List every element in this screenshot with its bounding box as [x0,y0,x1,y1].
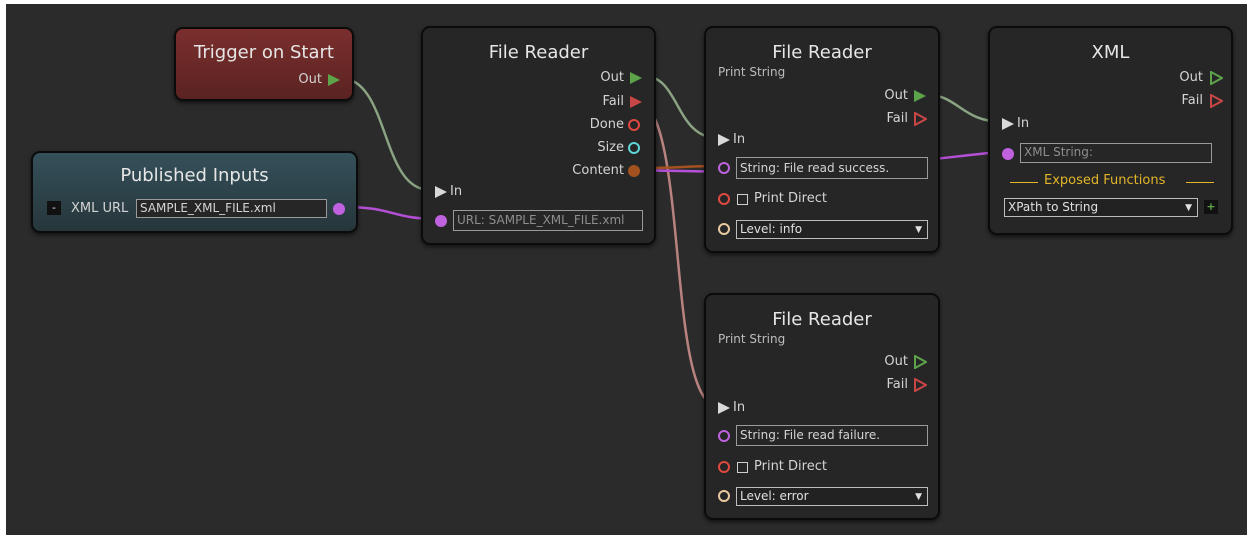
print-direct-port[interactable] [718,461,730,473]
content-port[interactable] [628,165,640,177]
in-flow-port[interactable] [718,402,730,414]
trigger-on-start-node[interactable]: Trigger on Start Out [174,27,354,101]
node-subtitle: Print String [718,332,786,346]
node-title: XML [1091,42,1130,63]
done-port[interactable] [628,119,640,131]
level-select[interactable]: Level: error ▼ [736,487,928,506]
node-title: Trigger on Start [194,42,334,63]
node-title: File Reader [772,42,872,63]
out-flow-port[interactable] [1209,71,1223,85]
print-string-success-node[interactable]: File Reader Print String Out Fail In Str… [704,26,940,253]
out-label: Out [600,70,624,85]
fail-flow-port[interactable] [630,96,642,108]
out-flow-port[interactable] [328,74,340,86]
out-flow-port[interactable] [630,72,642,84]
node-title: Published Inputs [120,165,269,186]
collapse-button[interactable]: - [47,201,61,215]
xml-url-output-port[interactable] [333,203,345,215]
in-label: In [733,132,746,147]
chevron-down-icon: ▼ [1185,203,1192,213]
in-label: In [733,400,746,415]
xml-url-label: XML URL [71,201,129,216]
level-select[interactable]: Level: info ▼ [736,220,928,239]
out-label: Out [884,354,908,369]
out-label: Out [298,72,322,87]
node-title: File Reader [772,309,872,330]
fail-label: Fail [886,377,908,392]
in-flow-port[interactable] [1002,118,1014,130]
fail-label: Fail [886,111,908,126]
string-input-port[interactable] [718,162,730,174]
function-value: XPath to String [1008,200,1099,214]
print-direct-label: Print Direct [754,191,827,206]
level-port[interactable] [718,490,730,502]
in-flow-port[interactable] [718,134,730,146]
level-value: Level: info [740,222,803,236]
function-select[interactable]: XPath to String ▼ [1004,198,1198,217]
string-field[interactable]: String: File read success. [736,157,928,179]
content-label: Content [572,163,624,178]
xml-node[interactable]: XML Out Fail In XML String: Exposed Func… [988,26,1233,235]
add-function-button[interactable]: + [1204,200,1218,214]
in-label: In [1017,116,1030,131]
out-label: Out [1179,70,1203,85]
string-field[interactable]: String: File read failure. [736,425,928,446]
print-string-failure-node[interactable]: File Reader Print String Out Fail In Str… [704,293,940,520]
fail-label: Fail [1181,93,1203,108]
size-label: Size [597,140,624,155]
print-direct-port[interactable] [718,193,730,205]
chevron-down-icon: ▼ [915,492,922,502]
in-flow-port[interactable] [435,186,447,198]
exposed-functions-divider-left [1010,182,1038,183]
in-label: In [450,184,463,199]
fail-flow-port[interactable] [913,378,927,392]
out-label: Out [884,88,908,103]
print-direct-label: Print Direct [754,459,827,474]
published-inputs-node[interactable]: Published Inputs - XML URL SAMPLE_XML_FI… [31,151,358,233]
xml-url-field[interactable]: SAMPLE_XML_FILE.xml [136,199,327,218]
level-port[interactable] [718,223,730,235]
size-port[interactable] [628,142,640,154]
exposed-functions-divider-right [1186,182,1214,183]
node-subtitle: Print String [718,65,786,79]
print-direct-checkbox[interactable] [737,462,748,473]
chevron-down-icon: ▼ [915,225,922,235]
xml-string-field[interactable]: XML String: [1020,143,1212,163]
print-direct-checkbox[interactable] [737,194,748,205]
xml-string-input-port[interactable] [1002,148,1014,160]
out-flow-port[interactable] [913,355,927,369]
done-label: Done [589,117,624,132]
out-flow-port[interactable] [914,90,926,102]
node-title: File Reader [488,42,589,63]
url-field[interactable]: URL: SAMPLE_XML_FILE.xml [453,210,643,231]
exposed-functions-label: Exposed Functions [1044,173,1166,188]
url-input-port[interactable] [435,215,447,227]
file-reader-node[interactable]: File Reader Out Fail Done Size Content I… [421,26,656,245]
fail-flow-port[interactable] [913,112,927,126]
fail-label: Fail [602,94,624,109]
level-value: Level: error [740,489,809,503]
fail-flow-port[interactable] [1209,94,1223,108]
string-input-port[interactable] [718,430,730,442]
